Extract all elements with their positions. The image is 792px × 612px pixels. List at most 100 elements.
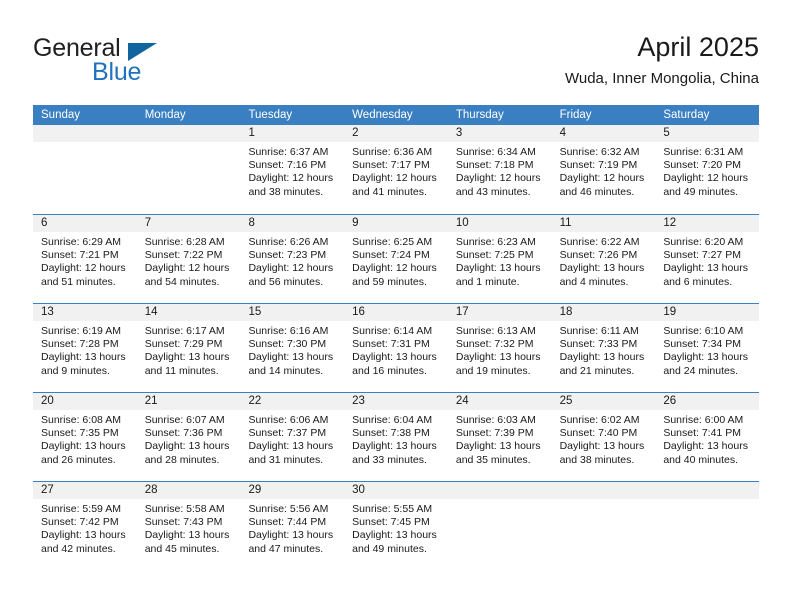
calendar-day-cell[interactable]: 28 Sunrise: 5:58 AM Sunset: 7:43 PM Dayligh… — [136, 482, 241, 570]
sunset-time: Sunset: 7:25 PM — [455, 249, 534, 262]
sunrise-time: Sunrise: 6:26 AM — [248, 236, 329, 248]
sunset-time: Sunset: 7:31 PM — [352, 338, 430, 351]
calendar-day-cell[interactable]: 5 Sunrise: 6:31 AM Sunset: 7:20 PM Daylight… — [655, 125, 760, 214]
location-subtitle: Wuda, Inner Mongolia, China — [564, 70, 759, 87]
daylight-line-2: and 35 minutes. — [455, 453, 531, 466]
calendar-day-cell[interactable]: 25 Sunrise: 6:02 AM Sunset: 7:40 PM Dayligh… — [551, 393, 656, 481]
calendar-day-cell[interactable]: 21 Sunrise: 6:07 AM Sunset: 7:36 PM Dayligh… — [136, 393, 241, 481]
weekday-header-sunday: Sunday — [41, 109, 81, 121]
calendar-day-cell[interactable]: 11 Sunrise: 6:22 AM Sunset: 7:26 PM Dayligh… — [551, 215, 656, 303]
daylight-line-1: Daylight: 13 hours — [352, 440, 437, 453]
calendar-day-cell[interactable]: 13 Sunrise: 6:19 AM Sunset: 7:28 PM Dayligh… — [33, 304, 137, 392]
calendar-day-cell[interactable]: 10 Sunrise: 6:23 AM Sunset: 7:25 PM Dayligh… — [447, 215, 552, 303]
day-details: Sunrise: 6:19 AM Sunset: 7:28 PM Daylight:… — [33, 321, 137, 378]
calendar-day-cell[interactable]: 14 Sunrise: 6:17 AM Sunset: 7:29 PM Dayligh… — [136, 304, 241, 392]
day-number: 15 — [240, 304, 345, 321]
daylight-line-2: and 9 minutes. — [41, 364, 110, 377]
calendar-day-cell[interactable]: 17 Sunrise: 6:13 AM Sunset: 7:32 PM Dayligh… — [447, 304, 552, 392]
day-details: Sunrise: 6:04 AM Sunset: 7:38 PM Daylight:… — [344, 410, 448, 467]
sunset-time: Sunset: 7:20 PM — [663, 159, 741, 172]
day-number: 22 — [240, 393, 345, 410]
calendar-day-cell[interactable]: 6 Sunrise: 6:29 AM Sunset: 7:21 PM Daylight… — [33, 215, 137, 303]
day-number: 29 — [240, 482, 345, 499]
daylight-line-1: Daylight: 12 hours — [352, 262, 437, 275]
calendar-day-cell[interactable]: 27 Sunrise: 5:59 AM Sunset: 7:42 PM Dayligh… — [33, 482, 137, 570]
sunrise-time: Sunrise: 6:13 AM — [455, 325, 536, 337]
calendar-week-row: 27 Sunrise: 5:59 AM Sunset: 7:42 PM Dayligh… — [33, 481, 760, 570]
sunrise-time: Sunrise: 6:37 AM — [248, 146, 329, 158]
weekday-header-friday: Friday — [559, 109, 592, 121]
day-details: Sunrise: 6:25 AM Sunset: 7:24 PM Daylight:… — [344, 232, 448, 289]
calendar-day-cell[interactable]: 29 Sunrise: 5:56 AM Sunset: 7:44 PM Dayligh… — [240, 482, 345, 570]
day-number — [447, 482, 552, 499]
calendar-day-cell[interactable]: 2 Sunrise: 6:36 AM Sunset: 7:17 PM Daylight… — [344, 125, 448, 214]
daylight-line-1: Daylight: 12 hours — [248, 262, 334, 275]
day-number: 12 — [655, 215, 760, 232]
sunrise-time: Sunrise: 6:04 AM — [352, 414, 433, 426]
day-number: 17 — [447, 304, 552, 321]
sunrise-time: Sunrise: 6:34 AM — [455, 146, 536, 158]
calendar-day-cell[interactable]: 16 Sunrise: 6:14 AM Sunset: 7:31 PM Dayligh… — [344, 304, 448, 392]
day-details: Sunrise: 6:17 AM Sunset: 7:29 PM Daylight:… — [137, 321, 241, 378]
calendar-day-cell[interactable]: 22 Sunrise: 6:06 AM Sunset: 7:37 PM Dayligh… — [240, 393, 345, 481]
sunrise-time: Sunrise: 6:10 AM — [663, 325, 744, 337]
calendar-day-cell[interactable]: 4 Sunrise: 6:32 AM Sunset: 7:19 PM Daylight… — [551, 125, 656, 214]
sunrise-time: Sunrise: 5:55 AM — [352, 503, 433, 515]
sunrise-time: Sunrise: 5:56 AM — [248, 503, 329, 515]
sunrise-time: Sunrise: 6:11 AM — [559, 325, 639, 337]
sunset-time: Sunset: 7:27 PM — [663, 249, 741, 262]
sunrise-time: Sunrise: 6:03 AM — [455, 414, 536, 426]
calendar-day-cell[interactable]: 23 Sunrise: 6:04 AM Sunset: 7:38 PM Dayligh… — [344, 393, 448, 481]
day-number: 5 — [655, 125, 760, 142]
sunrise-time: Sunrise: 6:08 AM — [41, 414, 121, 426]
daylight-line-2: and 42 minutes. — [41, 542, 116, 555]
calendar-day-cell[interactable]: 9 Sunrise: 6:25 AM Sunset: 7:24 PM Daylight… — [344, 215, 448, 303]
sunrise-time: Sunrise: 6:23 AM — [455, 236, 536, 248]
calendar-day-cell[interactable]: 30 Sunrise: 5:55 AM Sunset: 7:45 PM Dayligh… — [344, 482, 448, 570]
sunrise-time: Sunrise: 5:59 AM — [41, 503, 121, 515]
daylight-line-1: Daylight: 13 hours — [663, 262, 748, 275]
calendar-day-cell[interactable]: 8 Sunrise: 6:26 AM Sunset: 7:23 PM Daylight… — [240, 215, 345, 303]
brand-logo[interactable]: General Blue — [33, 34, 243, 90]
day-details: Sunrise: 6:11 AM Sunset: 7:33 PM Daylight:… — [552, 321, 656, 378]
calendar-day-cell[interactable]: 15 Sunrise: 6:16 AM Sunset: 7:30 PM Dayligh… — [240, 304, 345, 392]
weekday-header-wednesday: Wednesday — [352, 109, 413, 121]
day-number: 20 — [33, 393, 137, 410]
sunrise-time: Sunrise: 6:16 AM — [248, 325, 329, 337]
sunrise-time: Sunrise: 6:06 AM — [248, 414, 329, 426]
daylight-line-2: and 14 minutes. — [248, 364, 324, 377]
sunset-time: Sunset: 7:37 PM — [248, 427, 327, 440]
day-number: 18 — [551, 304, 656, 321]
calendar-day-cell[interactable]: 19 Sunrise: 6:10 AM Sunset: 7:34 PM Dayligh… — [655, 304, 760, 392]
day-number: 19 — [655, 304, 760, 321]
day-number: 3 — [447, 125, 552, 142]
daylight-line-2: and 28 minutes. — [144, 453, 220, 466]
daylight-line-1: Daylight: 13 hours — [41, 440, 126, 453]
day-details: Sunrise: 6:16 AM Sunset: 7:30 PM Daylight:… — [240, 321, 344, 378]
daylight-line-2: and 6 minutes. — [663, 275, 733, 288]
sunrise-time: Sunrise: 5:58 AM — [144, 503, 225, 515]
sunset-time: Sunset: 7:39 PM — [455, 427, 534, 440]
sunrise-time: Sunrise: 6:28 AM — [144, 236, 225, 248]
sunset-time: Sunset: 7:17 PM — [352, 159, 430, 172]
calendar-day-cell[interactable]: 1 Sunrise: 6:37 AM Sunset: 7:16 PM Daylight… — [240, 125, 345, 214]
day-details: Sunrise: 6:00 AM Sunset: 7:41 PM Daylight:… — [655, 410, 759, 467]
calendar-page: General Blue April 2025 Wuda, Inner Mong… — [0, 0, 792, 612]
daylight-line-1: Daylight: 13 hours — [248, 529, 334, 542]
day-details: Sunrise: 6:03 AM Sunset: 7:39 PM Daylight:… — [448, 410, 552, 467]
sunset-time: Sunset: 7:45 PM — [352, 516, 430, 529]
day-details: Sunrise: 6:34 AM Sunset: 7:18 PM Daylight:… — [448, 142, 552, 199]
calendar-day-cell[interactable]: 24 Sunrise: 6:03 AM Sunset: 7:39 PM Dayligh… — [447, 393, 552, 481]
calendar-day-cell[interactable]: 26 Sunrise: 6:00 AM Sunset: 7:41 PM Dayligh… — [655, 393, 760, 481]
day-details: Sunrise: 5:59 AM Sunset: 7:42 PM Daylight:… — [33, 499, 137, 556]
day-number: 30 — [344, 482, 448, 499]
calendar-day-cell[interactable]: 18 Sunrise: 6:11 AM Sunset: 7:33 PM Dayligh… — [551, 304, 656, 392]
calendar-day-cell[interactable]: 7 Sunrise: 6:28 AM Sunset: 7:22 PM Daylight… — [136, 215, 241, 303]
sunset-time: Sunset: 7:19 PM — [559, 159, 638, 172]
calendar-day-cell[interactable]: 12 Sunrise: 6:20 AM Sunset: 7:27 PM Dayligh… — [655, 215, 760, 303]
sunset-time: Sunset: 7:22 PM — [144, 249, 223, 262]
calendar-day-cell[interactable]: 20 Sunrise: 6:08 AM Sunset: 7:35 PM Dayligh… — [33, 393, 137, 481]
calendar-day-cell[interactable]: 3 Sunrise: 6:34 AM Sunset: 7:18 PM Daylight… — [447, 125, 552, 214]
day-number: 23 — [344, 393, 448, 410]
calendar-day-cell-empty — [33, 125, 137, 214]
